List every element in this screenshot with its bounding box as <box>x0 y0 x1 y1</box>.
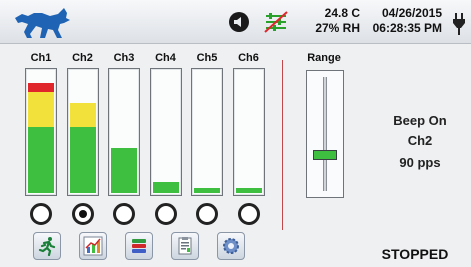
channel-level-meter <box>66 68 99 196</box>
level-yellow-segment <box>69 103 96 127</box>
range-slider[interactable] <box>306 70 344 198</box>
speaker-icon[interactable] <box>228 11 250 33</box>
level-red-segment <box>28 83 54 92</box>
channel-level-fill <box>235 188 262 193</box>
channel-select-radio[interactable] <box>154 203 177 225</box>
chart-button[interactable] <box>79 232 107 260</box>
radio-selected-dot <box>78 210 87 218</box>
muted-equalizer-icon[interactable] <box>262 9 290 35</box>
chart-icon <box>83 236 103 256</box>
time-text: 06:28:35 PM <box>372 21 442 35</box>
run-button[interactable] <box>33 232 61 260</box>
channel-select-radio[interactable] <box>71 203 94 225</box>
channel-label: Ch4 <box>155 52 176 64</box>
report-button[interactable] <box>171 232 199 260</box>
level-green-segment <box>28 127 54 193</box>
channel-label: Ch3 <box>113 52 135 64</box>
channel-level-meter <box>108 68 140 196</box>
channel-select-radio[interactable] <box>196 203 218 225</box>
humidity-text: 27% RH <box>315 21 360 35</box>
header-bar: 24.8 C 27% RH 04/26/2015 06:28:35 PM <box>0 0 471 44</box>
channel-label: Ch5 <box>196 52 218 64</box>
channel-level-fill <box>194 188 220 193</box>
channel-level-meter <box>191 68 223 196</box>
channel-level-meter <box>232 68 265 196</box>
channel-select-radio[interactable] <box>237 203 260 225</box>
range-slider-thumb[interactable] <box>313 150 337 160</box>
environment-readout: 24.8 C 27% RH <box>306 6 360 36</box>
date-text: 04/26/2015 <box>381 6 442 20</box>
channel-select-radio[interactable] <box>113 203 135 225</box>
beep-status-text: Beep On <box>393 113 447 128</box>
level-green-segment <box>235 188 262 193</box>
level-green-segment <box>194 188 220 193</box>
channel-label: Ch6 <box>238 52 259 64</box>
channel-level-fill <box>152 182 179 193</box>
channel-level-fill <box>28 83 54 193</box>
channel-level-fill <box>111 148 137 193</box>
database-icon <box>132 239 146 253</box>
channel-select-radio[interactable] <box>30 203 52 225</box>
settings-gear-icon <box>223 238 239 254</box>
level-green-segment <box>152 182 179 193</box>
channel-level-fill <box>69 103 96 193</box>
channel-level-meter <box>25 68 57 196</box>
level-green-segment <box>111 148 137 193</box>
status-text: STOPPED <box>381 246 449 262</box>
wolf-logo-icon <box>15 8 70 38</box>
running-man-icon <box>38 237 56 256</box>
range-label: Range <box>307 52 341 64</box>
range-slider-track[interactable] <box>323 77 327 191</box>
pulse-rate-text: 90 pps <box>399 155 441 170</box>
temperature-text: 24.8 C <box>324 6 360 20</box>
database-button[interactable] <box>125 232 153 260</box>
divider-line <box>282 60 283 230</box>
datetime-readout: 04/26/2015 06:28:35 PM <box>366 6 442 36</box>
level-yellow-segment <box>28 92 54 127</box>
channel-label: Ch1 <box>30 52 52 64</box>
screen: 24.8 C 27% RH 04/26/2015 06:28:35 PM Ch1… <box>0 0 471 267</box>
settings-button[interactable] <box>217 232 245 260</box>
power-plug-icon <box>453 13 465 35</box>
clipboard-icon <box>178 237 192 255</box>
level-green-segment <box>69 127 96 193</box>
channel-level-meter <box>149 68 182 196</box>
channel-label: Ch2 <box>72 52 93 64</box>
beep-channel-text: Ch2 <box>407 133 433 148</box>
